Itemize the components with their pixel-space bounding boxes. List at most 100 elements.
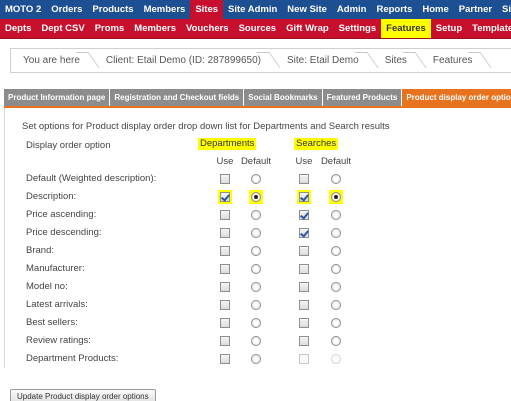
breadcrumb-client[interactable]: Client: Etail Demo (ID: 287899650): [94, 49, 275, 72]
sub-nav-gift-wrap[interactable]: Gift Wrap: [281, 19, 334, 38]
departments-default-header: Default: [240, 156, 272, 167]
searches-default-radio[interactable]: [331, 300, 341, 310]
departments-default-radio[interactable]: [251, 264, 261, 274]
searches-default-radio[interactable]: [331, 174, 341, 184]
searches-default-radio[interactable]: [331, 336, 341, 346]
searches-use-checkbox[interactable]: [299, 228, 309, 238]
departments-default-radio[interactable]: [251, 246, 261, 256]
sub-nav-proms[interactable]: Proms: [90, 19, 130, 38]
option-label-department-products: Department Products:: [26, 353, 119, 364]
sub-nav-depts[interactable]: Depts: [0, 19, 36, 38]
departments-default-radio[interactable]: [251, 300, 261, 310]
cell-srch-use: [297, 226, 311, 240]
cell-srch-default: [329, 208, 343, 222]
sub-nav-setup[interactable]: Setup: [431, 19, 467, 38]
top-nav-moto-2[interactable]: MOTO 2: [0, 0, 46, 19]
option-label-manufacturer: Manufacturer:: [26, 263, 85, 274]
sub-nav-vouchers[interactable]: Vouchers: [181, 19, 234, 38]
departments-use-checkbox[interactable]: [220, 354, 230, 364]
top-nav-sites[interactable]: Sites: [190, 0, 224, 19]
cell-srch-default: [329, 172, 343, 186]
searches-header: Searches: [294, 138, 339, 150]
searches-default-radio[interactable]: [331, 246, 341, 256]
top-nav-sign-out[interactable]: Sign out: [497, 0, 511, 19]
sub-nav-sources[interactable]: Sources: [234, 19, 282, 38]
option-label-model-no: Model no:: [26, 281, 68, 292]
cell-dep-use: [218, 226, 232, 240]
searches-default-radio[interactable]: [331, 282, 341, 292]
cell-srch-use: [297, 280, 311, 294]
cell-dep-use: [218, 190, 232, 204]
departments-use-checkbox[interactable]: [220, 336, 230, 346]
cell-dep-use: [218, 172, 232, 186]
searches-use-checkbox[interactable]: [299, 210, 309, 220]
searches-use-checkbox: [299, 354, 309, 364]
breadcrumb-site[interactable]: Site: Etail Demo: [275, 49, 373, 72]
departments-default-radio[interactable]: [251, 228, 261, 238]
searches-use-checkbox[interactable]: [299, 174, 309, 184]
cell-srch-default: [329, 334, 343, 348]
cell-dep-default: [249, 190, 263, 204]
searches-default-radio[interactable]: [331, 210, 341, 220]
cell-dep-use: [218, 334, 232, 348]
tab-social-bookmarks[interactable]: Social Bookmarks: [244, 89, 322, 106]
searches-default-radio[interactable]: [331, 228, 341, 238]
top-nav-members[interactable]: Members: [139, 0, 191, 19]
breadcrumb-sites[interactable]: Sites: [373, 49, 421, 72]
update-display-order-button[interactable]: Update Product display order options: [10, 389, 156, 401]
searches-default-radio[interactable]: [331, 192, 341, 202]
top-nav-partner[interactable]: Partner: [454, 0, 497, 19]
top-nav-site-admin[interactable]: Site Admin: [223, 0, 282, 19]
departments-use-checkbox[interactable]: [220, 300, 230, 310]
top-nav-products[interactable]: Products: [87, 0, 138, 19]
searches-use-checkbox[interactable]: [299, 246, 309, 256]
tab-registration-and-checkout-fields[interactable]: Registration and Checkout fields: [110, 89, 244, 106]
top-nav-home[interactable]: Home: [417, 0, 453, 19]
sub-nav-settings[interactable]: Settings: [334, 19, 381, 38]
searches-use-checkbox[interactable]: [299, 282, 309, 292]
searches-use-checkbox[interactable]: [299, 318, 309, 328]
cell-dep-default: [249, 334, 263, 348]
departments-default-radio[interactable]: [251, 318, 261, 328]
top-nav: MOTO 2 Orders Products Members Sites Site Adm…: [0, 0, 511, 19]
cell-srch-default: [329, 298, 343, 312]
departments-default-radio[interactable]: [251, 336, 261, 346]
departments-default-radio[interactable]: [251, 354, 261, 364]
searches-use-checkbox[interactable]: [299, 336, 309, 346]
departments-default-radio[interactable]: [251, 210, 261, 220]
departments-use-checkbox[interactable]: [220, 192, 230, 202]
searches-use-checkbox[interactable]: [299, 300, 309, 310]
top-nav-new-site[interactable]: New Site: [282, 0, 332, 19]
cell-srch-use: [297, 262, 311, 276]
departments-use-checkbox[interactable]: [220, 210, 230, 220]
departments-default-radio[interactable]: [251, 282, 261, 292]
tab-featured-products[interactable]: Featured Products: [322, 89, 402, 106]
departments-default-radio[interactable]: [251, 174, 261, 184]
departments-use-checkbox[interactable]: [220, 264, 230, 274]
option-label-price-descending: Price descending:: [26, 227, 102, 238]
tab-product-display-order-options[interactable]: Product display order options: [402, 89, 511, 106]
top-nav-orders[interactable]: Orders: [46, 0, 87, 19]
cell-srch-default: [329, 226, 343, 240]
option-label-description: Description:: [26, 191, 77, 202]
top-nav-admin[interactable]: Admin: [332, 0, 372, 19]
cell-srch-default: [329, 244, 343, 258]
tab-product-information-page[interactable]: Product Information page: [4, 89, 110, 106]
top-nav-reports[interactable]: Reports: [371, 0, 417, 19]
searches-default-radio[interactable]: [331, 264, 341, 274]
searches-default-radio[interactable]: [331, 318, 341, 328]
sub-nav-features[interactable]: Features: [381, 19, 431, 38]
cell-dep-use: [218, 352, 232, 366]
sub-nav-dept-csv[interactable]: Dept CSV: [36, 19, 89, 38]
departments-use-checkbox[interactable]: [220, 318, 230, 328]
departments-use-checkbox[interactable]: [220, 174, 230, 184]
departments-use-checkbox[interactable]: [220, 282, 230, 292]
sub-nav-members[interactable]: Members: [129, 19, 181, 38]
departments-use-checkbox[interactable]: [220, 246, 230, 256]
departments-default-radio[interactable]: [251, 192, 261, 202]
sub-nav-template[interactable]: Template: [467, 19, 511, 38]
cell-dep-default: [249, 208, 263, 222]
searches-use-checkbox[interactable]: [299, 264, 309, 274]
departments-use-checkbox[interactable]: [220, 228, 230, 238]
searches-use-checkbox[interactable]: [299, 192, 309, 202]
